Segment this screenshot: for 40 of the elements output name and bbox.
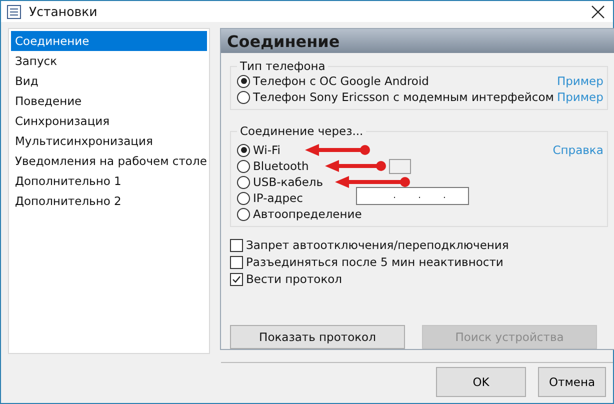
ok-button[interactable]: OK bbox=[436, 367, 526, 397]
checkbox[interactable] bbox=[230, 238, 243, 252]
radio-button[interactable] bbox=[237, 74, 250, 88]
sidebar-item[interactable]: Дополнительно 2 bbox=[11, 191, 207, 211]
action-button[interactable]: Показать протокол bbox=[230, 325, 405, 349]
small-field[interactable] bbox=[389, 159, 411, 174]
option-label: Телефон Sony Ericsson с модемным интерфейсом bbox=[253, 90, 554, 104]
option-label: Bluetooth bbox=[253, 159, 309, 173]
option-label: Телефон с ОС Google Android bbox=[253, 74, 429, 88]
option-label: IP-адрес bbox=[253, 191, 303, 205]
list-icon bbox=[7, 4, 21, 18]
sidebar-item[interactable]: Соединение bbox=[11, 31, 207, 51]
checkbox-label: Разъединяться после 5 мин неактивности bbox=[246, 255, 504, 269]
radio-button[interactable] bbox=[237, 144, 250, 156]
option-label: USB-кабель bbox=[253, 175, 324, 189]
radio-button[interactable] bbox=[237, 160, 250, 172]
sidebar-item[interactable]: Мультисинхронизация bbox=[11, 131, 207, 151]
checkbox-label: Запрет автоотключения/переподключения bbox=[246, 238, 509, 252]
group-title: Тип телефона bbox=[239, 59, 326, 73]
checkbox[interactable] bbox=[230, 272, 243, 286]
radio-button[interactable] bbox=[237, 208, 250, 220]
checkbox[interactable] bbox=[230, 256, 243, 268]
sidebar-item[interactable]: Дополнительно 1 bbox=[11, 171, 207, 191]
ip-field[interactable]: . . . bbox=[356, 187, 469, 205]
sidebar-item[interactable]: Синхронизация bbox=[11, 111, 207, 131]
sidebar-item[interactable]: Поведение bbox=[11, 91, 207, 111]
window-title: Установки bbox=[29, 4, 98, 19]
option-label: Wi-Fi bbox=[253, 143, 280, 157]
group-title: Соединение через... bbox=[239, 124, 364, 138]
sidebar-item[interactable]: Запуск bbox=[11, 51, 207, 71]
panel-title: Соединение bbox=[221, 29, 614, 53]
option-label: Автоопределение bbox=[253, 207, 362, 221]
sidebar-item[interactable]: Вид bbox=[11, 71, 207, 91]
checkbox-label: Вести протокол bbox=[246, 272, 342, 286]
radio-button[interactable] bbox=[237, 192, 250, 204]
cancel-button[interactable]: Отмена bbox=[538, 367, 606, 397]
sidebar-item[interactable]: Уведомления на рабочем столе bbox=[11, 151, 207, 171]
radio-button[interactable] bbox=[237, 90, 250, 104]
radio-button[interactable] bbox=[237, 176, 250, 188]
close-icon[interactable] bbox=[591, 4, 605, 18]
